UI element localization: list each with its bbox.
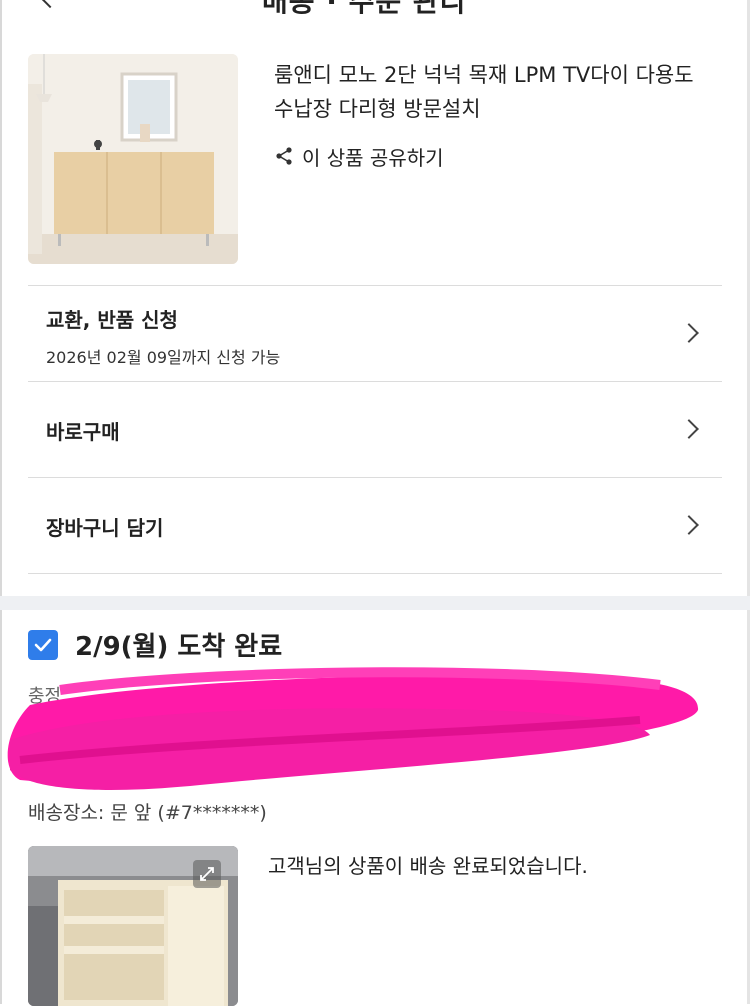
exchange-return-deadline: 2026년 02월 09일까지 신청 가능 bbox=[46, 348, 281, 367]
screen-border-left bbox=[0, 0, 2, 1004]
page-title: 배송 · 주문 관리 bbox=[262, 0, 467, 18]
add-to-cart-label: 장바구니 담기 bbox=[46, 516, 164, 540]
product-name[interactable]: 룸앤디 모노 2단 넉넉 목재 LPM TV다이 다용도 수납장 다리형 방문설… bbox=[274, 58, 724, 126]
section-divider bbox=[0, 596, 750, 610]
expand-icon bbox=[200, 867, 214, 881]
cabinet-image bbox=[28, 54, 238, 264]
product-name-line-2: 수납장 다리형 방문설치 bbox=[274, 97, 481, 121]
redaction-scribble bbox=[7, 667, 699, 790]
delivery-location: 배송장소: 문 앞 (#7*******) bbox=[28, 802, 267, 824]
delivery-complete-message: 고객님의 상품이 배송 완료되었습니다. bbox=[268, 854, 588, 878]
buy-now-label: 바로구매 bbox=[46, 420, 120, 444]
share-button[interactable]: 이 상품 공유하기 bbox=[274, 140, 444, 172]
share-icon bbox=[276, 147, 292, 165]
chevron-right-icon bbox=[679, 419, 699, 439]
chevron-right-icon bbox=[679, 515, 699, 535]
exchange-return-row[interactable]: 교환, 반품 신청 2026년 02월 09일까지 신청 가능 bbox=[28, 285, 722, 381]
action-list: 교환, 반품 신청 2026년 02월 09일까지 신청 가능 바로구매 장바구… bbox=[28, 285, 722, 574]
product-name-line-1: 룸앤디 모노 2단 넉넉 목재 LPM TV다이 다용도 bbox=[274, 63, 694, 87]
back-arrow-icon[interactable] bbox=[35, 0, 65, 9]
share-label: 이 상품 공유하기 bbox=[302, 145, 444, 170]
product-thumbnail[interactable] bbox=[28, 54, 238, 264]
top-header: 배송 · 주문 관리 bbox=[0, 0, 750, 18]
exchange-return-label: 교환, 반품 신청 bbox=[46, 308, 178, 332]
chevron-right-icon bbox=[679, 323, 699, 343]
expand-photo-button[interactable] bbox=[193, 860, 221, 888]
buy-now-row[interactable]: 바로구매 bbox=[28, 381, 722, 477]
add-to-cart-row[interactable]: 장바구니 담기 bbox=[28, 477, 722, 574]
